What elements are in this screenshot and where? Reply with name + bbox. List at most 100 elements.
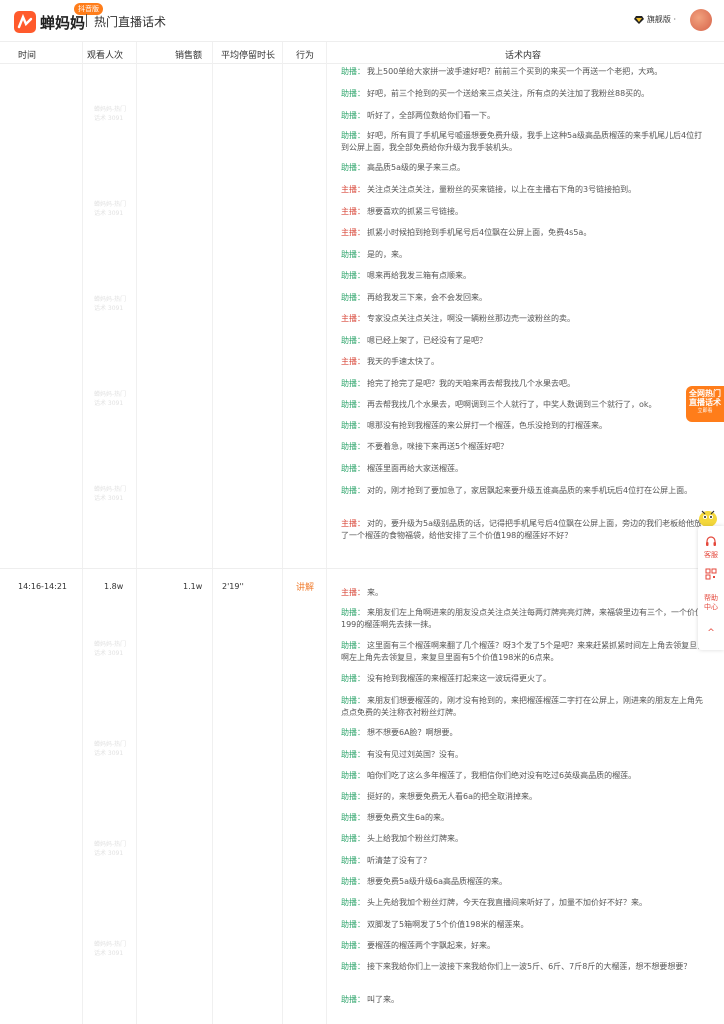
- script-text: 这里面有三个榴莲啊来翻了几个榴莲？呀3个发了5个是吧？来来赶紧抓紧时间左上角去领…: [341, 641, 706, 662]
- col-avg-stay[interactable]: 平均停留时长: [221, 48, 275, 61]
- script-line: 主播： 对的，要升级为5a级别品质的话，记得把手机尾号后4位飘在公屏上面，旁边的我…: [341, 518, 707, 542]
- speaker-label: 助播：: [341, 696, 365, 705]
- script-line: 助播： 再给我发三下来，会不会发回来。: [341, 292, 707, 304]
- watermark: 蝉妈妈-热门话术 3091: [94, 641, 127, 657]
- script-line: 助播： 嗯已经上架了，已经没有了是吧？: [341, 335, 707, 347]
- speaker-label: 助播：: [341, 111, 365, 120]
- script-text: 抓紧小时候拍到抢到手机尾号后4位飘在公屏上面，免费4s5a。: [367, 228, 592, 237]
- promo-sub-label: 立即看: [697, 408, 713, 414]
- script-text: 叫了来。: [367, 995, 399, 1004]
- script-text: 想不想要6A脸？啊想要。: [367, 728, 458, 737]
- script-line: 助播： 好吧，所有買了手机尾号嘘遥想要免费升级，我手上这种5a级高品质榴莲的来手机…: [341, 130, 707, 154]
- back-to-top-button[interactable]: ^: [698, 628, 724, 638]
- col-viewers[interactable]: 观看人次: [87, 48, 123, 61]
- script-text: 双脚发了5箱啊发了5个价值198米的榴莲来。: [367, 920, 529, 929]
- script-line: 助播： 我上500单给大家拼一波手速好吧？前前三个买到的来买一个再送一个老把，大鸡…: [341, 66, 707, 78]
- watermark: 蝉妈妈-热门话术 3091: [94, 391, 127, 407]
- speaker-label: 助播：: [341, 163, 365, 172]
- account-tier[interactable]: 旗舰版 ·: [633, 14, 676, 25]
- script-line: 助播： 头上先给我加个粉丝灯牌，今天在我直播间来听好了，加量不加价好不好？来。: [341, 897, 707, 909]
- script-text: 挺好的，来想要免费无人看6a的把全取消掉来。: [367, 792, 537, 801]
- col-time[interactable]: 时间: [18, 48, 36, 61]
- script-text: 要榴莲的榴莲两个字飘起来，好来。: [367, 941, 495, 950]
- speaker-label: 主播：: [341, 357, 365, 366]
- speaker-label: 助播：: [341, 336, 365, 345]
- script-text: 专家没点关注点关注，啊没一辆粉丝那边売一波粉丝的卖。: [367, 314, 575, 323]
- script-line: 助播： 对的，刚才抢到了要加急了，家居飘起来要升级五谁高品质的来手机玩后4位打在公…: [341, 485, 707, 497]
- script-line: 主播： 抓紧小时候拍到抢到手机尾号后4位飘在公屏上面，免费4s5a。: [341, 227, 707, 239]
- speaker-label: 助播：: [341, 250, 365, 259]
- speaker-label: 主播：: [341, 314, 365, 323]
- speaker-label: 助播：: [341, 877, 365, 886]
- side-tool-bar: 客服 帮助中心 ^: [698, 526, 724, 650]
- chanmama-logo-icon[interactable]: [14, 11, 36, 33]
- script-line: 助播： 没有抢到我榴莲的来榴莲打起来这一波玩得更火了。: [341, 673, 707, 685]
- speaker-label: 助播：: [341, 486, 365, 495]
- col-sales[interactable]: 销售额: [175, 48, 202, 61]
- script-line: 助播： 听清楚了没有了？: [341, 855, 707, 867]
- logo-text[interactable]: 蝉妈妈: [40, 12, 85, 33]
- column-divider: [136, 42, 137, 1024]
- column-divider: [282, 42, 283, 1024]
- script-text: 好吧，所有買了手机尾号嘘遥想要免费升级，我手上这种5a级高品质榴莲的来手机尾儿后…: [341, 131, 703, 152]
- speaker-label: 助播：: [341, 834, 365, 843]
- avatar[interactable]: [690, 9, 712, 31]
- speaker-label: 助播：: [341, 792, 365, 801]
- row-time: 14:16-14:21: [18, 582, 67, 591]
- script-text: 是的，来。: [367, 250, 407, 259]
- qr-code-button[interactable]: [698, 568, 724, 582]
- speaker-label: 主播：: [341, 588, 365, 597]
- speaker-label: 助播：: [341, 271, 365, 280]
- speaker-label: 助播：: [341, 400, 365, 409]
- script-text: 咱你们吃了这么多年榴莲了，我相信你们绝对没有吃过6英级高品质的榴莲。: [367, 771, 637, 780]
- diamond-icon: [633, 15, 644, 24]
- script-line: 助播： 抢完了抢完了是吧？我的天咱来再去帮我找几个水果去吧。: [341, 378, 707, 390]
- script-text: 听清楚了没有了？: [367, 856, 431, 865]
- row-divider: [0, 568, 724, 569]
- customer-service-button[interactable]: 客服: [698, 536, 724, 560]
- column-divider: [326, 42, 327, 1024]
- script-line: 主播： 我天的手速太快了。: [341, 356, 707, 368]
- script-text: 榴莲里面再给大家送榴莲。: [367, 464, 463, 473]
- script-line: 主播： 来。: [341, 587, 707, 599]
- watermark: 蝉妈妈-热门话术 3091: [94, 296, 127, 312]
- script-line: 助播： 榴莲里面再给大家送榴莲。: [341, 463, 707, 475]
- help-center-button[interactable]: 帮助中心: [698, 594, 724, 612]
- script-text: 我天的手速太快了。: [367, 357, 439, 366]
- speaker-label: 主播：: [341, 207, 365, 216]
- row-action-link[interactable]: 讲解: [296, 580, 314, 593]
- speaker-label: 助播：: [341, 293, 365, 302]
- script-line: 助播： 不要着急，咪接下来再送5个榴莲好吧？: [341, 441, 707, 453]
- script-text: 想要免费5a级升级6a高品质榴莲的来。: [367, 877, 507, 886]
- script-text: 听好了，全部两位数给你们看一下。: [367, 111, 495, 120]
- speaker-label: 助播：: [341, 379, 365, 388]
- script-line: 助播： 想不想要6A脸？啊想要。: [341, 727, 707, 739]
- speaker-label: 助播：: [341, 674, 365, 683]
- script-text: 关注点关注点关注，量粉丝的买来链接，以上在主播右下角的3号链接拍到。: [367, 185, 637, 194]
- watermark: 蝉妈妈-热门话术 3091: [94, 941, 127, 957]
- speaker-label: 助播：: [341, 995, 365, 1004]
- speaker-label: 助播：: [341, 898, 365, 907]
- script-text: 来朋友们想要榴莲的，刚才没有抢到的，来把榴莲榴莲二字打在公屏上，刚进来的朋友左上…: [341, 696, 703, 717]
- speaker-label: 助播：: [341, 750, 365, 759]
- headset-icon: [706, 536, 716, 546]
- script-line: 助播： 有没有见过刘英国？没有。: [341, 749, 707, 761]
- speaker-label: 助播：: [341, 421, 365, 430]
- speaker-label: 助播：: [341, 728, 365, 737]
- promo-float-button[interactable]: 全网热门直播话术 立即看: [686, 386, 724, 422]
- speaker-label: 助播：: [341, 771, 365, 780]
- watermark: 蝉妈妈-热门话术 3091: [94, 201, 127, 217]
- script-text: 头上先给我加个粉丝灯牌，今天在我直播间来听好了，加量不加价好不好？来。: [367, 898, 647, 907]
- script-text: 想要喜欢的抓紧三号链接。: [367, 207, 463, 216]
- script-line: 助播： 挺好的，来想要免费无人看6a的把全取消掉来。: [341, 791, 707, 803]
- script-line: 助播： 来朋友们左上角啊进来的朋友没点关注点关注每两灯牌亮亮灯牌，来福袋里边有三个…: [341, 607, 707, 631]
- script-line: 助播： 接下来我给你们上一波接下来我给你们上一波5斤、6斤、7斤8斤的大榴莲，想不…: [341, 961, 707, 973]
- column-divider: [82, 42, 83, 1024]
- top-header: 蝉妈妈 抖音版 热门直播话术 旗舰版 ·: [0, 0, 724, 42]
- customer-service-label: 客服: [704, 551, 718, 559]
- row-sales: 1.1w: [183, 582, 203, 591]
- speaker-label: 助播：: [341, 442, 365, 451]
- script-text: 想要免费文生6a的来。: [367, 813, 449, 822]
- script-line: 助播： 高品质5a级的果子来三点。: [341, 162, 707, 174]
- script-line: 主播： 想要喜欢的抓紧三号链接。: [341, 206, 707, 218]
